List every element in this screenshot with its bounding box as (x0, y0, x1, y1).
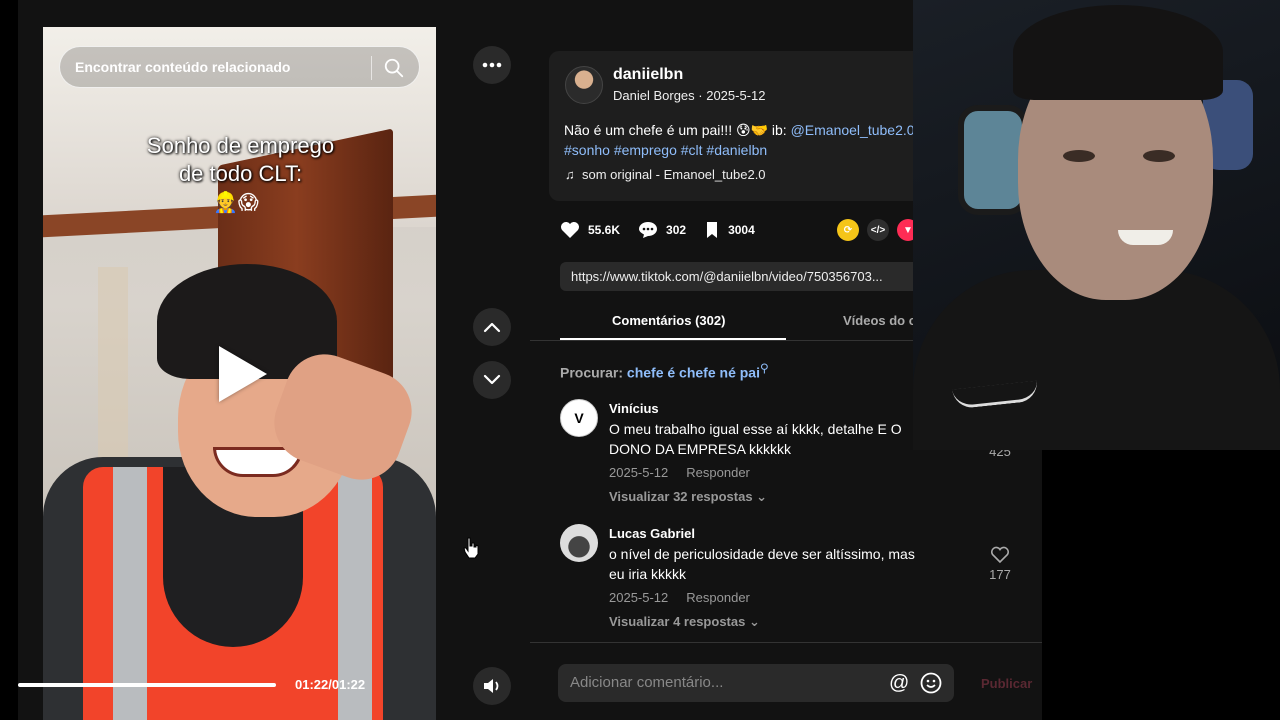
repost-icon[interactable]: ⟳ (837, 219, 859, 241)
commenter-avatar[interactable]: V (560, 399, 598, 437)
video-url-field[interactable]: https://www.tiktok.com/@daniielbn/video/… (560, 262, 950, 291)
tab-comments[interactable]: Comentários (302) (612, 313, 725, 328)
related-content-search[interactable]: Encontrar conteúdo relacionado (59, 46, 420, 88)
post-description: Não é um chefe é um pai!!! 😰🤝 ib: @Emano… (564, 120, 949, 160)
comment-meta: 2025-5-12 Responder (609, 465, 750, 480)
mention-link[interactable]: @Emanoel_tube2.0 (791, 122, 915, 138)
more-options-button[interactable] (473, 46, 511, 84)
like-button[interactable]: 55.6K (560, 221, 620, 239)
next-video-button[interactable] (473, 361, 511, 399)
author-avatar[interactable] (565, 66, 603, 104)
video-player[interactable]: Encontrar conteúdo relacionado Sonho de … (43, 27, 436, 720)
hashtag-links[interactable]: #sonho #emprego #clt #danielbn (564, 142, 767, 158)
webcam-smile (1118, 230, 1173, 245)
save-count: 3004 (728, 223, 755, 237)
search-separator (371, 56, 372, 80)
music-info[interactable]: ♫ som original - Emanoel_tube2.0 (565, 167, 766, 182)
comment-meta: 2025-5-12 Responder (609, 590, 750, 605)
tab-creator-videos[interactable]: Vídeos do c (843, 313, 916, 328)
view-replies-button[interactable]: Visualizar 32 respostas ⌄ (609, 489, 767, 505)
music-title: som original - Emanoel_tube2.0 (581, 167, 766, 182)
search-icon: ⚲ (759, 362, 769, 375)
reply-button[interactable]: Responder (686, 590, 750, 605)
save-button[interactable]: 3004 (704, 221, 755, 239)
music-note-icon: ♫ (565, 167, 575, 182)
comment-date: 2025-5-12 (609, 465, 669, 480)
video-progress-bar[interactable] (18, 683, 276, 687)
heart-outline-icon (990, 546, 1010, 564)
chevron-up-icon (483, 322, 501, 333)
heart-icon (561, 222, 579, 238)
mention-icon[interactable]: @ (889, 672, 909, 695)
commenter-avatar[interactable] (560, 524, 598, 562)
previous-video-button[interactable] (473, 308, 511, 346)
comment-like-count: 177 (989, 567, 1011, 582)
webcam-hair (1013, 5, 1223, 100)
comment-bubble-icon (639, 222, 658, 238)
publish-button[interactable]: Publicar (981, 676, 1032, 691)
commenter-name[interactable]: Lucas Gabriel (609, 526, 695, 541)
video-time: 01:22/01:22 (295, 677, 366, 692)
caption-line-2: de todo CLT: (178, 161, 303, 186)
author-handle[interactable]: daniielbn (613, 66, 683, 84)
caption-emoji: 👷😱 (213, 192, 259, 214)
description-text: Não é um chefe é um pai!!! 😰🤝 ib: (564, 122, 791, 138)
comment-text: o nível de periculosidade deve ser altís… (609, 546, 915, 582)
view-replies-button[interactable]: Visualizar 4 respostas ⌄ (609, 614, 760, 630)
webcam-eye (1143, 150, 1175, 162)
ellipsis-icon (482, 62, 502, 68)
reply-button[interactable]: Responder (686, 465, 750, 480)
related-search-query[interactable]: chefe é chefe né pai (627, 365, 760, 381)
caption-line-1: Sonho de emprego (146, 133, 335, 158)
comment-button[interactable]: 302 (638, 221, 686, 239)
commenter-name[interactable]: Vinícius (609, 401, 659, 416)
webcam-overlay (913, 0, 1280, 450)
comment-date: 2025-5-12 (609, 590, 669, 605)
comment-text: O meu trabalho igual esse aí kkkk, detal… (609, 421, 902, 457)
play-icon[interactable] (219, 346, 267, 402)
speaker-icon (484, 679, 499, 693)
like-count: 55.6K (588, 223, 621, 237)
comment-input-placeholder: Adicionar comentário... (570, 674, 724, 691)
search-icon[interactable] (383, 57, 405, 79)
embed-icon[interactable]: </> (867, 219, 889, 241)
related-search-label: Procurar: (560, 364, 624, 381)
webcam-eye (1063, 150, 1095, 162)
bookmark-icon (707, 222, 718, 238)
active-tab-indicator (560, 338, 786, 340)
author-meta: Daniel Borges · 2025-5-12 (613, 88, 766, 103)
related-search-suggestion[interactable]: Procurar: chefe é chefe né pai⚲ (560, 361, 769, 381)
video-viewer: Encontrar conteúdo relacionado Sonho de … (18, 0, 1042, 720)
comment-input[interactable]: Adicionar comentário... @ (558, 664, 954, 702)
chevron-down-icon (483, 374, 501, 385)
volume-button[interactable] (473, 667, 511, 705)
hand-cursor-icon (463, 537, 479, 559)
post-info-card: daniielbn Daniel Borges · 2025-5-12 Não … (549, 51, 949, 201)
emoji-icon[interactable] (920, 672, 942, 694)
comment-count: 302 (666, 223, 687, 237)
footer-divider (530, 642, 1042, 643)
related-content-placeholder: Encontrar conteúdo relacionado (75, 59, 291, 75)
engagement-stats: 55.6K 302 3004 (560, 217, 773, 243)
video-caption: Sonho de emprego de todo CLT: (103, 132, 378, 188)
comment-like-button[interactable]: 177 (980, 546, 1020, 582)
